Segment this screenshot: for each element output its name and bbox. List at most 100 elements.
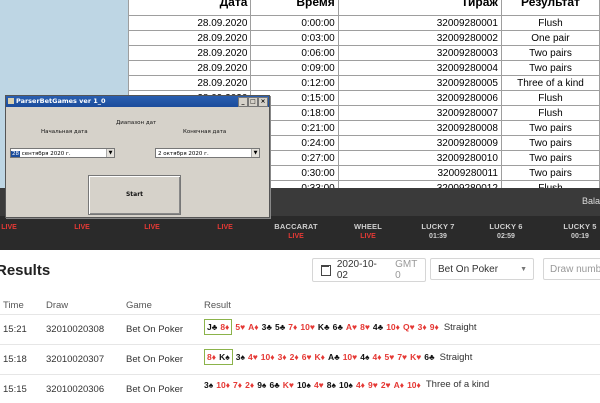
- table-row: 28.09.2020 0:12:00 32009280005 Three of a k…: [128, 75, 600, 91]
- table-cell[interactable]: 32009280006: [337, 90, 502, 106]
- game-tile[interactable]: LUCKY 5 00:19: [545, 222, 600, 240]
- playing-card: 10♠: [296, 379, 311, 390]
- game-select[interactable]: Bet On Poker ▼: [430, 258, 534, 280]
- start-button[interactable]: Start: [88, 175, 181, 215]
- player-cards: 8♦ K♠: [204, 349, 233, 365]
- game-status: 01:39: [429, 233, 447, 240]
- table-cell[interactable]: Flush: [500, 90, 600, 106]
- game-tile[interactable]: LIVE: [117, 222, 187, 231]
- table-cell[interactable]: Two pairs: [500, 135, 600, 151]
- table-header-row: Дата Время Тираж Результат: [128, 0, 600, 16]
- end-date-picker[interactable]: 2 октября 2020 г. ▼: [155, 148, 260, 158]
- table-cell[interactable]: 32009280001: [337, 15, 502, 31]
- playing-card: K♦: [314, 352, 325, 362]
- table-cell[interactable]: 32009280011: [337, 165, 502, 181]
- table-cell[interactable]: Two pairs: [500, 45, 600, 61]
- table-row[interactable]: 15:18 32010020307 Bet On Poker 8♦ K♠ 3♠ 4♥ 10♦ 3…: [0, 344, 600, 373]
- table-cell[interactable]: 32009280004: [337, 60, 502, 76]
- close-button[interactable]: ×: [258, 97, 268, 107]
- column-header-time[interactable]: Время: [250, 0, 339, 10]
- playing-card: 4♦: [372, 352, 382, 362]
- table-cell[interactable]: 32009280008: [337, 120, 502, 136]
- start-date-picker[interactable]: 28 сентября 2020 г. ▼: [10, 148, 115, 158]
- chevron-down-icon[interactable]: ▼: [251, 149, 259, 157]
- playing-card: 3♦: [277, 352, 287, 362]
- game-select-value: Bet On Poker: [438, 263, 499, 275]
- result-time: 15:21: [3, 324, 27, 335]
- table-row[interactable]: 15:21 32010020308 Bet On Poker J♣ 8♦ 5♥ A♦ 3♣ 5♣…: [0, 314, 600, 343]
- table-cell[interactable]: Flush: [500, 180, 600, 188]
- result-game: Bet On Poker: [126, 384, 184, 395]
- table-cell[interactable]: Two pairs: [500, 60, 600, 76]
- table-cell[interactable]: 28.09.2020: [128, 15, 252, 31]
- table-cell[interactable]: Flush: [500, 105, 600, 121]
- game-tile[interactable]: LUCKY 7 01:39: [403, 222, 473, 240]
- table-cell[interactable]: 28.09.2020: [128, 30, 252, 46]
- date-picker[interactable]: 2020-10-02 GMT 0: [312, 258, 426, 282]
- table-cell[interactable]: 0:12:00: [250, 75, 339, 91]
- result-cards: 3♠ 10♦ 7♦ 2♦ 9♠ 6♣ K♥ 10♠ 4♥ 8♠ 10♠ 4♦ 9♥ 2♥ A♦ 10♦ Thre…: [204, 379, 489, 390]
- column-header-date[interactable]: Дата: [128, 0, 252, 10]
- game-status: LIVE: [1, 224, 17, 231]
- table-cell[interactable]: 28.09.2020: [128, 75, 252, 91]
- game-tile[interactable]: WHEEL LIVE: [333, 222, 403, 240]
- table-cell[interactable]: 28.09.2020: [128, 45, 252, 61]
- table-cell[interactable]: 32009280010: [337, 150, 502, 166]
- playing-card: 2♥: [380, 379, 391, 390]
- column-header-draw[interactable]: Тираж: [337, 0, 502, 10]
- table-cell[interactable]: Three of a kind: [500, 75, 600, 91]
- table-cell[interactable]: 32009280002: [337, 30, 502, 46]
- table-cell[interactable]: Flush: [500, 15, 600, 31]
- result-time: 15:15: [3, 384, 27, 395]
- maximize-button[interactable]: □: [248, 97, 258, 107]
- table-cell[interactable]: 0:00:00: [250, 15, 339, 31]
- table-cell[interactable]: 32009280012: [337, 180, 502, 188]
- playing-card: 4♣: [372, 322, 384, 332]
- game-tile[interactable]: LUCKY 6 02:59: [471, 222, 541, 240]
- timezone-label: GMT 0: [395, 259, 418, 281]
- column-header-result[interactable]: Результат: [500, 0, 600, 10]
- start-date-rest: сентября 2020 г.: [20, 151, 71, 157]
- table-cell[interactable]: 0:09:00: [250, 60, 339, 76]
- result-time: 15:18: [3, 354, 27, 365]
- table-cell[interactable]: 32009280009: [337, 135, 502, 151]
- game-status: 00:19: [571, 233, 589, 240]
- game-status: LIVE: [74, 224, 90, 231]
- game-tile[interactable]: BACCARAT LIVE: [261, 222, 331, 240]
- table-cell[interactable]: 28.09.2020: [128, 60, 252, 76]
- table-cell[interactable]: 32009280005: [337, 75, 502, 91]
- playing-card: 5♥: [384, 352, 395, 362]
- table-cell[interactable]: 32009280003: [337, 45, 502, 61]
- table-cell[interactable]: Two pairs: [500, 165, 600, 181]
- game-list: LIVE LIVE LIVE LIVE BACCARAT LIVE WHEEL LIVE LUC…: [0, 222, 600, 246]
- game-name: LUCKY 6: [489, 222, 523, 231]
- result-draw: 32010020308: [46, 324, 105, 335]
- chevron-down-icon[interactable]: ▼: [106, 149, 114, 157]
- dialog-titlebar[interactable]: ParserBetGames ver 1_0 _ □ ×: [6, 96, 269, 107]
- playing-card: 4♦: [355, 379, 366, 390]
- minimize-button[interactable]: _: [238, 97, 248, 107]
- playing-card: 10♦: [216, 379, 231, 390]
- table-row[interactable]: 15:15 32010020306 Bet On Poker 3♠ 10♦ 7♦ 2♦ 9♠ 6…: [0, 374, 600, 403]
- playing-card: 4♠: [360, 352, 370, 362]
- draw-number-input[interactable]: Draw numbe: [543, 258, 600, 280]
- game-tile[interactable]: LIVE: [47, 222, 117, 231]
- table-cell[interactable]: 32009280007: [337, 105, 502, 121]
- playing-card: 9♦: [429, 322, 439, 332]
- playing-card: 8♠: [326, 379, 336, 390]
- table-cell[interactable]: Two pairs: [500, 120, 600, 136]
- game-name: BACCARAT: [274, 222, 318, 231]
- game-tile[interactable]: LIVE: [0, 222, 44, 231]
- table-cell[interactable]: 0:03:00: [250, 30, 339, 46]
- table-cell[interactable]: One pair: [500, 30, 600, 46]
- playing-card: 6♥: [301, 352, 312, 362]
- table-cell[interactable]: 0:06:00: [250, 45, 339, 61]
- game-status: LIVE: [288, 233, 304, 240]
- date-range-label: Диапазон дат: [116, 120, 157, 126]
- end-date-value: 2 октября 2020 г.: [158, 151, 209, 157]
- table-cell[interactable]: Two pairs: [500, 150, 600, 166]
- playing-card: A♥: [345, 322, 358, 332]
- balance-label: Bala: [581, 196, 600, 206]
- game-tile[interactable]: LIVE: [190, 222, 260, 231]
- table-row: 28.09.2020 0:06:00 32009280003 Two pairs: [128, 45, 600, 61]
